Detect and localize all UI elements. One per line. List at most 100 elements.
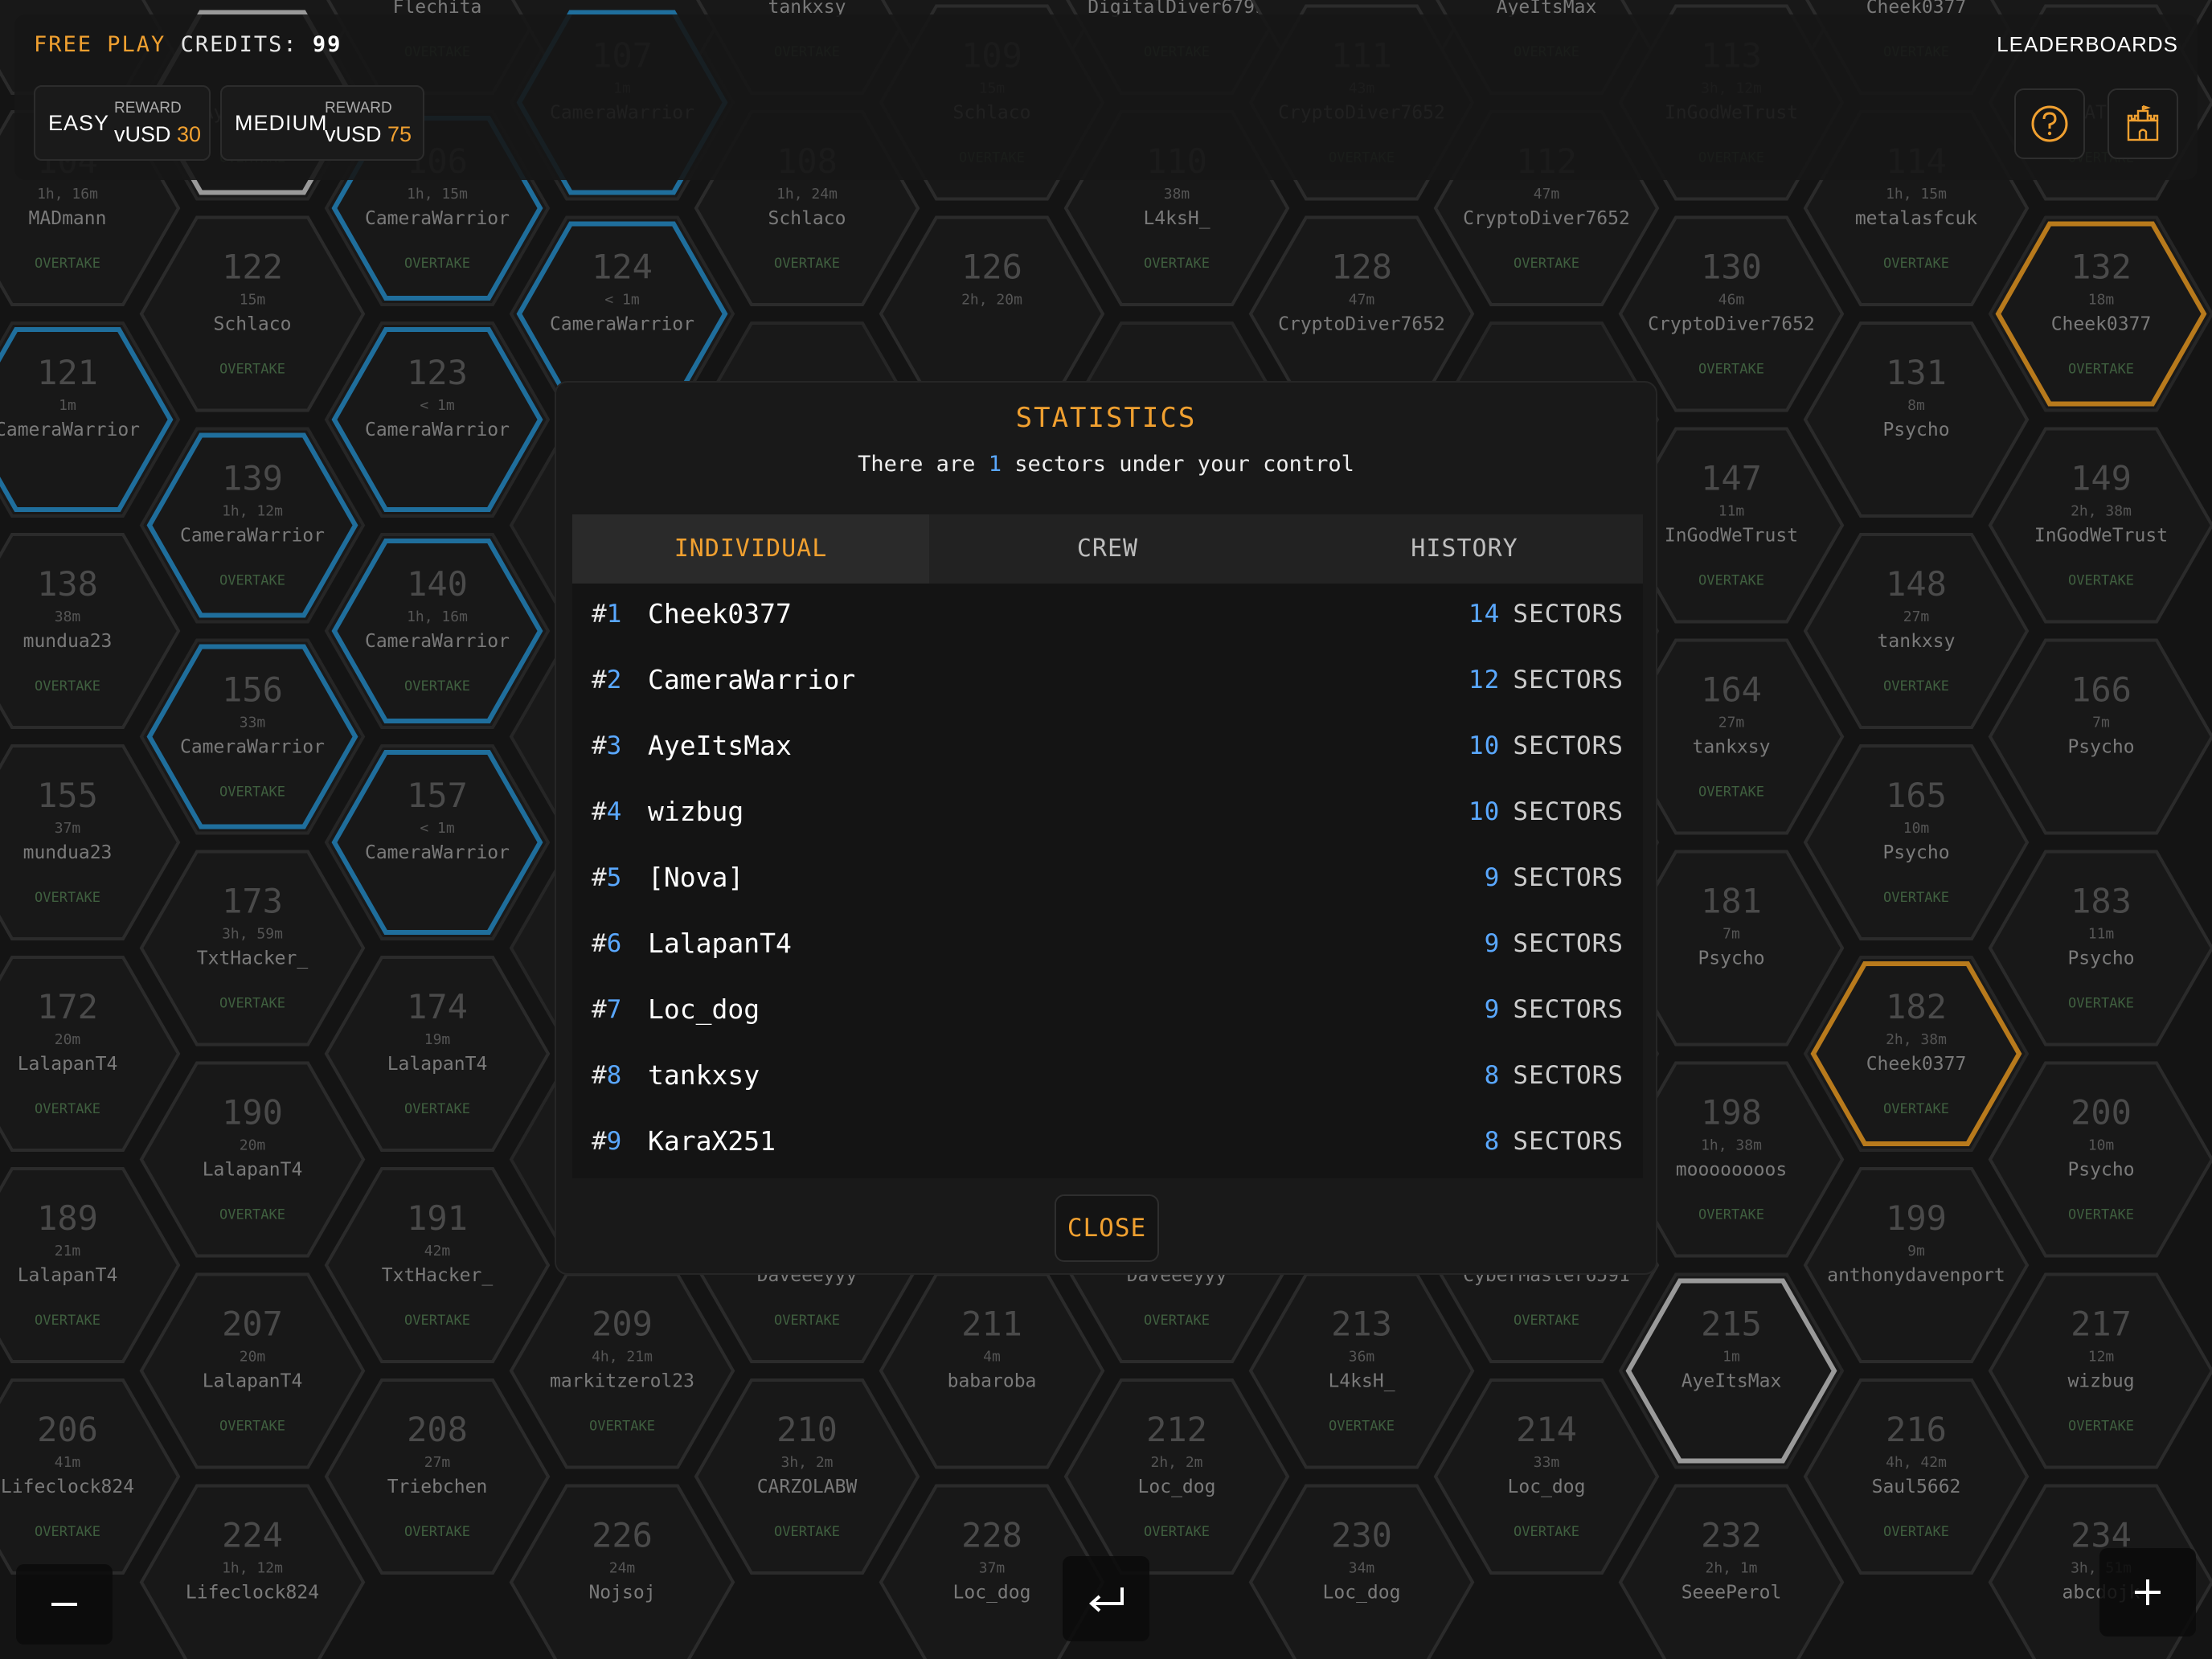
overtake-label[interactable]: OVERTAKE	[219, 573, 285, 589]
overtake-label[interactable]: OVERTAKE	[1698, 573, 1764, 589]
sector-hex[interactable]: 165 10m Psycho OVERTAKE	[1803, 744, 2030, 940]
overtake-label[interactable]: OVERTAKE	[404, 1524, 470, 1540]
sector-hex[interactable]: 121 1m CameraWarrior	[0, 327, 174, 512]
sector-time: 11m	[1718, 503, 1745, 520]
overtake-label[interactable]: OVERTAKE	[1329, 1419, 1395, 1435]
overtake-label[interactable]: OVERTAKE	[2068, 1207, 2134, 1223]
sector-hex[interactable]: 190 20m LalapanT4 OVERTAKE	[139, 1061, 366, 1258]
sector-hex[interactable]: 211 4m babaroba	[879, 1272, 1105, 1469]
sector-hex[interactable]: 230 34m Loc_dog	[1248, 1484, 1475, 1659]
sector-hex[interactable]: 207 20m LalapanT4 OVERTAKE	[139, 1272, 366, 1469]
overtake-label[interactable]: OVERTAKE	[219, 784, 285, 801]
leaderboard-list[interactable]: #1 Cheek0377 14 SECTORS #2 CameraWarrior …	[572, 584, 1643, 1178]
back-button[interactable]	[1063, 1556, 1149, 1641]
overtake-label[interactable]: OVERTAKE	[1883, 678, 1949, 694]
tab-crew[interactable]: CREW	[929, 514, 1286, 584]
overtake-label[interactable]: OVERTAKE	[35, 1524, 100, 1540]
overtake-label[interactable]: OVERTAKE	[1883, 1524, 1949, 1540]
overtake-label[interactable]: OVERTAKE	[1144, 1524, 1210, 1540]
overtake-label[interactable]: OVERTAKE	[1514, 256, 1579, 272]
easy-difficulty-button[interactable]: EASY REWARD vUSD 30	[34, 85, 211, 161]
sector-time: 2h, 2m	[1150, 1454, 1202, 1471]
overtake-label[interactable]: OVERTAKE	[1883, 1101, 1949, 1117]
sector-hex[interactable]: 199 9m anthonydavenport	[1803, 1167, 2030, 1363]
overtake-label[interactable]: OVERTAKE	[35, 678, 100, 694]
overtake-label[interactable]: OVERTAKE	[2068, 573, 2134, 589]
tab-individual[interactable]: INDIVIDUAL	[572, 514, 929, 584]
sector-hex[interactable]: 189 21m LalapanT4 OVERTAKE	[0, 1167, 181, 1363]
sector-number: 210	[776, 1410, 838, 1449]
sector-hex[interactable]: 183 11m Psycho OVERTAKE	[1988, 850, 2212, 1047]
overtake-label[interactable]: OVERTAKE	[404, 256, 470, 272]
sector-hex[interactable]: 191 42m TxtHacker_ OVERTAKE	[324, 1167, 551, 1363]
statistics-modal: STATISTICS There are 1 sectors under you…	[555, 381, 1657, 1275]
sector-hex[interactable]: 131 8m Psycho	[1803, 322, 2030, 518]
zoom-out-button[interactable]	[16, 1564, 113, 1645]
overtake-label[interactable]: OVERTAKE	[2068, 1419, 2134, 1435]
sector-hex[interactable]: 217 12m wizbug OVERTAKE	[1988, 1272, 2212, 1469]
overtake-label[interactable]: OVERTAKE	[219, 1419, 285, 1435]
medium-difficulty-button[interactable]: MEDIUM REWARD vUSD 75	[220, 85, 424, 161]
overtake-label[interactable]: OVERTAKE	[1514, 1313, 1579, 1329]
overtake-label[interactable]: OVERTAKE	[35, 890, 100, 906]
sector-hex[interactable]: 200 10m Psycho OVERTAKE	[1988, 1061, 2212, 1258]
sector-hex[interactable]: 172 20m LalapanT4 OVERTAKE	[0, 956, 181, 1152]
sector-hex[interactable]: 148 27m tankxsy OVERTAKE	[1803, 533, 2030, 729]
overtake-label[interactable]: OVERTAKE	[35, 1313, 100, 1329]
sector-hex[interactable]: 226 24m Nojsoj	[509, 1484, 735, 1659]
overtake-label[interactable]: OVERTAKE	[1144, 256, 1210, 272]
leaderboards-link[interactable]: LEADERBOARDS	[1997, 32, 2178, 57]
sector-hex[interactable]: 122 15m Schlaco OVERTAKE	[139, 215, 366, 412]
overtake-label[interactable]: OVERTAKE	[1144, 1313, 1210, 1329]
sector-hex[interactable]: 174 19m LalapanT4 OVERTAKE	[324, 956, 551, 1152]
overtake-label[interactable]: OVERTAKE	[2068, 996, 2134, 1012]
minus-icon	[51, 1603, 77, 1606]
overtake-label[interactable]: OVERTAKE	[2068, 362, 2134, 378]
sector-hex[interactable]: 216 4h, 42m Saul5662 OVERTAKE	[1803, 1378, 2030, 1575]
sector-hex[interactable]: 232 2h, 1m SeeePerol	[1618, 1484, 1845, 1659]
overtake-label[interactable]: OVERTAKE	[774, 256, 840, 272]
overtake-label[interactable]: OVERTAKE	[219, 362, 285, 378]
overtake-label[interactable]: OVERTAKE	[1698, 1207, 1764, 1223]
sector-owner: Psycho	[2067, 1160, 2134, 1181]
sector-hex[interactable]: 166 7m Psycho	[1988, 638, 2212, 835]
overtake-label[interactable]: OVERTAKE	[774, 1313, 840, 1329]
sector-hex[interactable]: 138 38m mundua23 OVERTAKE	[0, 533, 181, 729]
sector-hex[interactable]: 213 36m L4ksH_ OVERTAKE	[1248, 1272, 1475, 1469]
overtake-label[interactable]: OVERTAKE	[404, 1101, 470, 1117]
sector-hex[interactable]: 173 3h, 59m TxtHacker_ OVERTAKE	[139, 850, 366, 1047]
top-bar: FREE PLAY CREDITS: 99 LEADERBOARDS EASY …	[14, 14, 2198, 180]
sector-hex[interactable]: 212 2h, 2m Loc_dog OVERTAKE	[1063, 1378, 1290, 1575]
close-button[interactable]: CLOSE	[1055, 1194, 1159, 1262]
overtake-label[interactable]: OVERTAKE	[219, 1207, 285, 1223]
overtake-label[interactable]: OVERTAKE	[404, 678, 470, 694]
sector-hex[interactable]: 208 27m Triebchen OVERTAKE	[324, 1378, 551, 1575]
help-button[interactable]	[2014, 88, 2085, 159]
sector-number: 226	[592, 1516, 653, 1555]
sector-hex[interactable]: 149 2h, 38m InGodWeTrust OVERTAKE	[1988, 427, 2212, 624]
overtake-label[interactable]: OVERTAKE	[404, 1313, 470, 1329]
sector-hex[interactable]: 209 4h, 21m markitzerol23 OVERTAKE	[509, 1272, 735, 1469]
stats-tabs: INDIVIDUAL CREW HISTORY	[572, 514, 1643, 584]
overtake-label[interactable]: OVERTAKE	[774, 1524, 840, 1540]
sector-hex[interactable]: 214 33m Loc_dog OVERTAKE	[1433, 1378, 1660, 1575]
overtake-label[interactable]: OVERTAKE	[35, 256, 100, 272]
tab-history[interactable]: HISTORY	[1286, 514, 1643, 584]
sector-hex[interactable]: 206 41m Lifeclock824 OVERTAKE	[0, 1378, 181, 1575]
overtake-label[interactable]: OVERTAKE	[1698, 362, 1764, 378]
sector-hex[interactable]: 155 37m mundua23 OVERTAKE	[0, 744, 181, 940]
overtake-label[interactable]: OVERTAKE	[1883, 256, 1949, 272]
overtake-label[interactable]: OVERTAKE	[1514, 1524, 1579, 1540]
sector-hex[interactable]: 210 3h, 2m CARZOLABW OVERTAKE	[694, 1378, 920, 1575]
question-circle-icon	[2031, 105, 2068, 142]
overtake-label[interactable]: OVERTAKE	[219, 996, 285, 1012]
leaderboard-row: #8 tankxsy 8 SECTORS	[572, 1045, 1643, 1111]
castle-button[interactable]	[2108, 88, 2178, 159]
overtake-label[interactable]: OVERTAKE	[1883, 890, 1949, 906]
sector-hex[interactable]: 224 1h, 12m Lifeclock824	[139, 1484, 366, 1659]
overtake-label[interactable]: OVERTAKE	[1698, 784, 1764, 801]
zoom-in-button[interactable]	[2099, 1548, 2196, 1636]
sector-hex[interactable]: 130 46m CryptoDiver7652 OVERTAKE	[1618, 215, 1845, 412]
overtake-label[interactable]: OVERTAKE	[35, 1101, 100, 1117]
overtake-label[interactable]: OVERTAKE	[589, 1419, 655, 1435]
